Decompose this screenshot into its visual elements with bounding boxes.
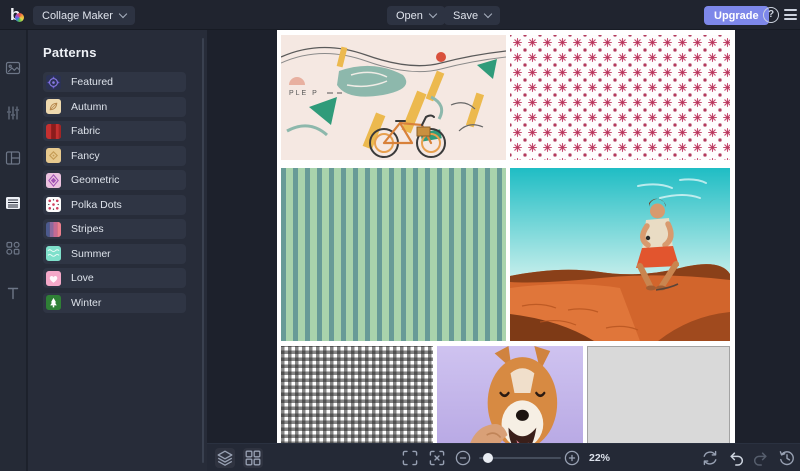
fabric-thumbnail-icon <box>46 124 61 139</box>
category-label: Summer <box>71 248 111 260</box>
stripes-thumbnail-icon <box>46 222 61 237</box>
zoom-in-icon[interactable] <box>563 449 581 467</box>
pattern-category-fancy[interactable]: Fancy <box>43 146 186 166</box>
undo-icon[interactable] <box>727 449 745 467</box>
pattern-category-winter[interactable]: Winter <box>43 293 186 313</box>
pattern-category-love[interactable]: Love <box>43 268 186 288</box>
open-button[interactable]: Open <box>387 6 445 25</box>
panel-title: Patterns <box>43 45 207 60</box>
pattern-category-stripes[interactable]: Stripes <box>43 219 186 239</box>
pattern-category-geometric[interactable]: Geometric <box>43 170 186 190</box>
fit-screen-icon[interactable] <box>428 449 446 467</box>
upgrade-label: Upgrade <box>714 10 759 22</box>
collage-cell-snowflake-pattern[interactable] <box>510 35 730 160</box>
chevron-down-icon <box>119 9 127 17</box>
category-label: Featured <box>71 76 113 88</box>
collage-cell-teal-stripes[interactable] <box>281 168 506 341</box>
fullscreen-icon[interactable] <box>401 449 419 467</box>
autumn-thumbnail-icon <box>46 99 61 114</box>
collage-cell-shiba-dog[interactable] <box>437 346 583 443</box>
category-label: Winter <box>71 297 101 309</box>
collage-page: PLE P <box>277 30 735 443</box>
grid-view-icon[interactable] <box>243 448 263 468</box>
collage-maker-label: Collage Maker <box>42 10 113 22</box>
save-button[interactable]: Save <box>444 6 500 25</box>
graphics-icon[interactable] <box>5 240 21 256</box>
polka-dots-thumbnail-icon <box>46 197 61 212</box>
canvas-area: PLE P <box>207 30 800 443</box>
image-manager-icon[interactable] <box>5 60 21 76</box>
history-icon[interactable] <box>778 449 796 467</box>
collage-cell-man-on-dune[interactable] <box>510 168 730 341</box>
top-bar: b Collage Maker Open Save Upgrade ? <box>0 0 800 30</box>
patterns-icon-active[interactable] <box>5 195 21 211</box>
text-icon[interactable] <box>5 285 21 301</box>
save-label: Save <box>453 10 478 22</box>
pattern-category-featured[interactable]: Featured <box>43 72 186 92</box>
tool-rail <box>0 30 27 471</box>
category-label: Stripes <box>71 223 104 235</box>
redo-icon[interactable] <box>752 449 770 467</box>
summer-thumbnail-icon <box>46 246 61 261</box>
zoom-level-value: 22% <box>589 452 610 464</box>
mural-text: PLE P <box>289 90 319 97</box>
category-label: Autumn <box>71 101 107 113</box>
logo-color-wheel-icon <box>15 13 24 22</box>
category-label: Polka Dots <box>71 199 122 211</box>
pattern-category-list: Featured Autumn Fabric <box>43 72 186 313</box>
collage-cell-gingham-plaid[interactable] <box>281 346 433 443</box>
menu-icon[interactable] <box>784 9 797 23</box>
reset-icon[interactable] <box>701 449 719 467</box>
collage-cell-doodle-art[interactable]: PLE P <box>281 35 506 160</box>
category-label: Fabric <box>71 125 100 137</box>
collage-cell-empty[interactable] <box>587 346 730 443</box>
pattern-category-autumn[interactable]: Autumn <box>43 97 186 117</box>
patterns-panel: Patterns Featured Autumn <box>28 30 207 471</box>
panel-scrollbar[interactable] <box>202 38 204 463</box>
collage-maker-menu-button[interactable]: Collage Maker <box>33 6 135 25</box>
pattern-category-polka-dots[interactable]: Polka Dots <box>43 195 186 215</box>
pattern-category-fabric[interactable]: Fabric <box>43 121 186 141</box>
bottom-toolbar: 22% <box>207 443 800 471</box>
open-label: Open <box>396 10 423 22</box>
collage-maker-app: b Collage Maker Open Save Upgrade ? <box>0 0 800 471</box>
geometric-thumbnail-icon <box>46 173 61 188</box>
zoom-slider-handle[interactable] <box>483 453 493 463</box>
category-label: Love <box>71 272 94 284</box>
befunky-logo-icon[interactable]: b <box>10 4 28 26</box>
love-thumbnail-icon <box>46 271 61 286</box>
pattern-category-summer[interactable]: Summer <box>43 244 186 264</box>
featured-thumbnail-icon <box>46 75 61 90</box>
winter-thumbnail-icon <box>46 295 61 310</box>
upgrade-button[interactable]: Upgrade <box>704 6 769 25</box>
edit-sliders-icon[interactable] <box>5 105 21 121</box>
help-icon[interactable]: ? <box>763 7 779 23</box>
layers-icon[interactable] <box>215 448 235 468</box>
category-label: Geometric <box>71 174 119 186</box>
category-label: Fancy <box>71 150 100 162</box>
layouts-icon[interactable] <box>5 150 21 166</box>
chevron-down-icon <box>429 9 437 17</box>
zoom-out-icon[interactable] <box>454 449 472 467</box>
chevron-down-icon <box>484 9 492 17</box>
fancy-thumbnail-icon <box>46 148 61 163</box>
